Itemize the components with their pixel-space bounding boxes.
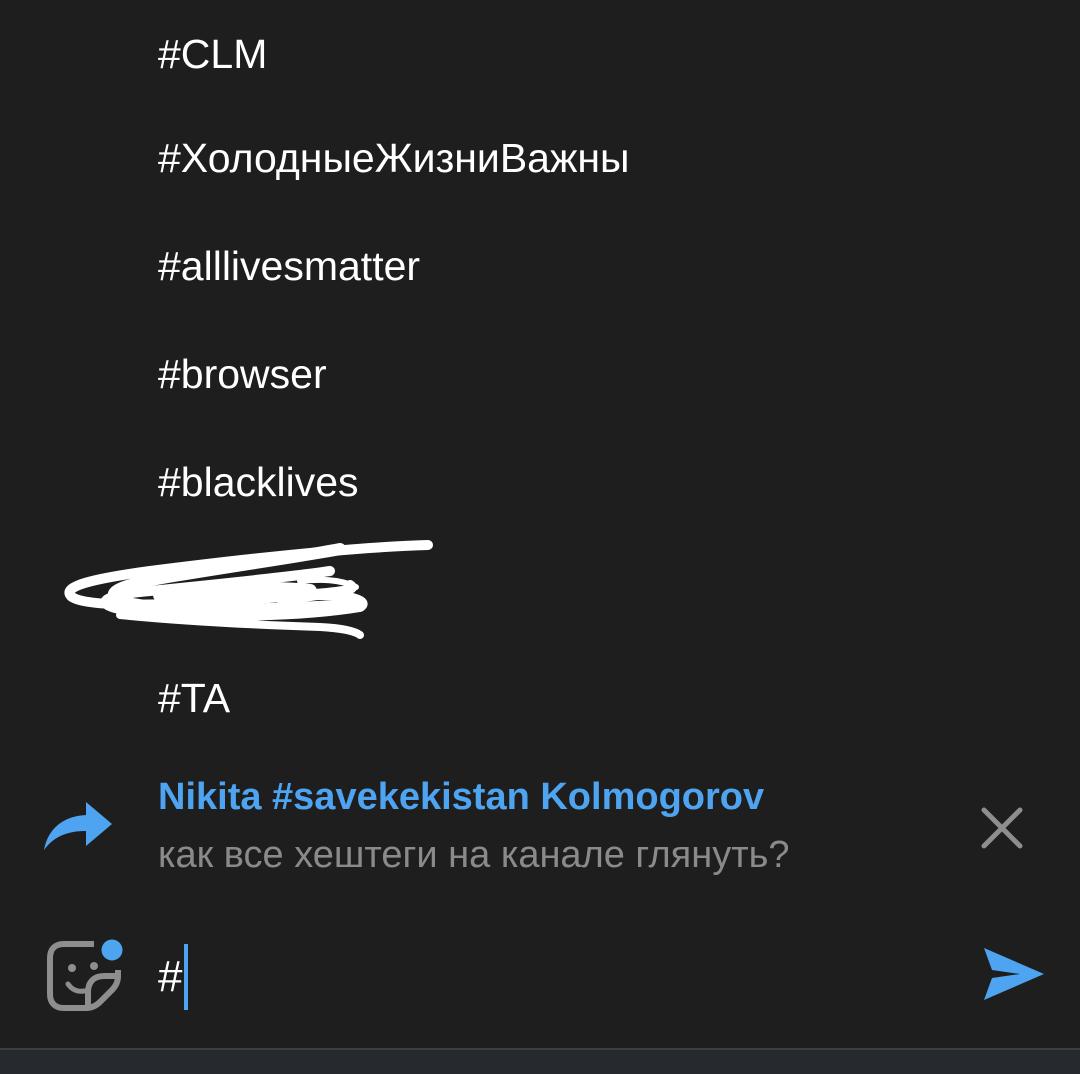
hashtag-label: #blacklives <box>158 458 359 505</box>
hashtag-label: #TA <box>158 674 231 721</box>
hashtag-item-ta[interactable]: #TA <box>0 644 1080 752</box>
hashtag-label: #browser <box>158 350 327 397</box>
close-icon[interactable] <box>974 800 1030 856</box>
hashtag-item-blacklives[interactable]: #blacklives <box>0 428 1080 536</box>
message-input[interactable]: # <box>158 944 189 1010</box>
redaction-scribble <box>64 540 433 639</box>
hashtag-item-holodnye[interactable]: #ХолодныеЖизниВажны <box>0 104 1080 212</box>
reply-author-name: Nikita #savekekistan Kolmogorov <box>158 776 765 818</box>
hashtag-suggestions-list: #CLM #ХолодныеЖизниВажны #alllivesmatter… <box>0 0 1080 760</box>
send-icon[interactable] <box>980 940 1048 1008</box>
hashtag-label: #CLM <box>158 30 268 77</box>
hashtag-label: #alllivesmatter <box>158 242 421 289</box>
message-input-value: # <box>158 952 183 1001</box>
hashtag-item-browser[interactable]: #browser <box>0 320 1080 428</box>
sticker-icon[interactable] <box>42 936 128 1016</box>
text-caret <box>184 944 189 1010</box>
hashtag-label: #ХолодныеЖизниВажны <box>158 134 630 181</box>
reply-message-text: как все хештеги на канале глянуть? <box>158 834 790 876</box>
hashtag-item-alllivesmatter[interactable]: #alllivesmatter <box>0 212 1080 320</box>
bottom-edge-strip <box>0 1048 1080 1074</box>
reply-arrow-icon <box>44 802 112 850</box>
hashtag-item-clm[interactable]: #CLM <box>0 0 1080 108</box>
